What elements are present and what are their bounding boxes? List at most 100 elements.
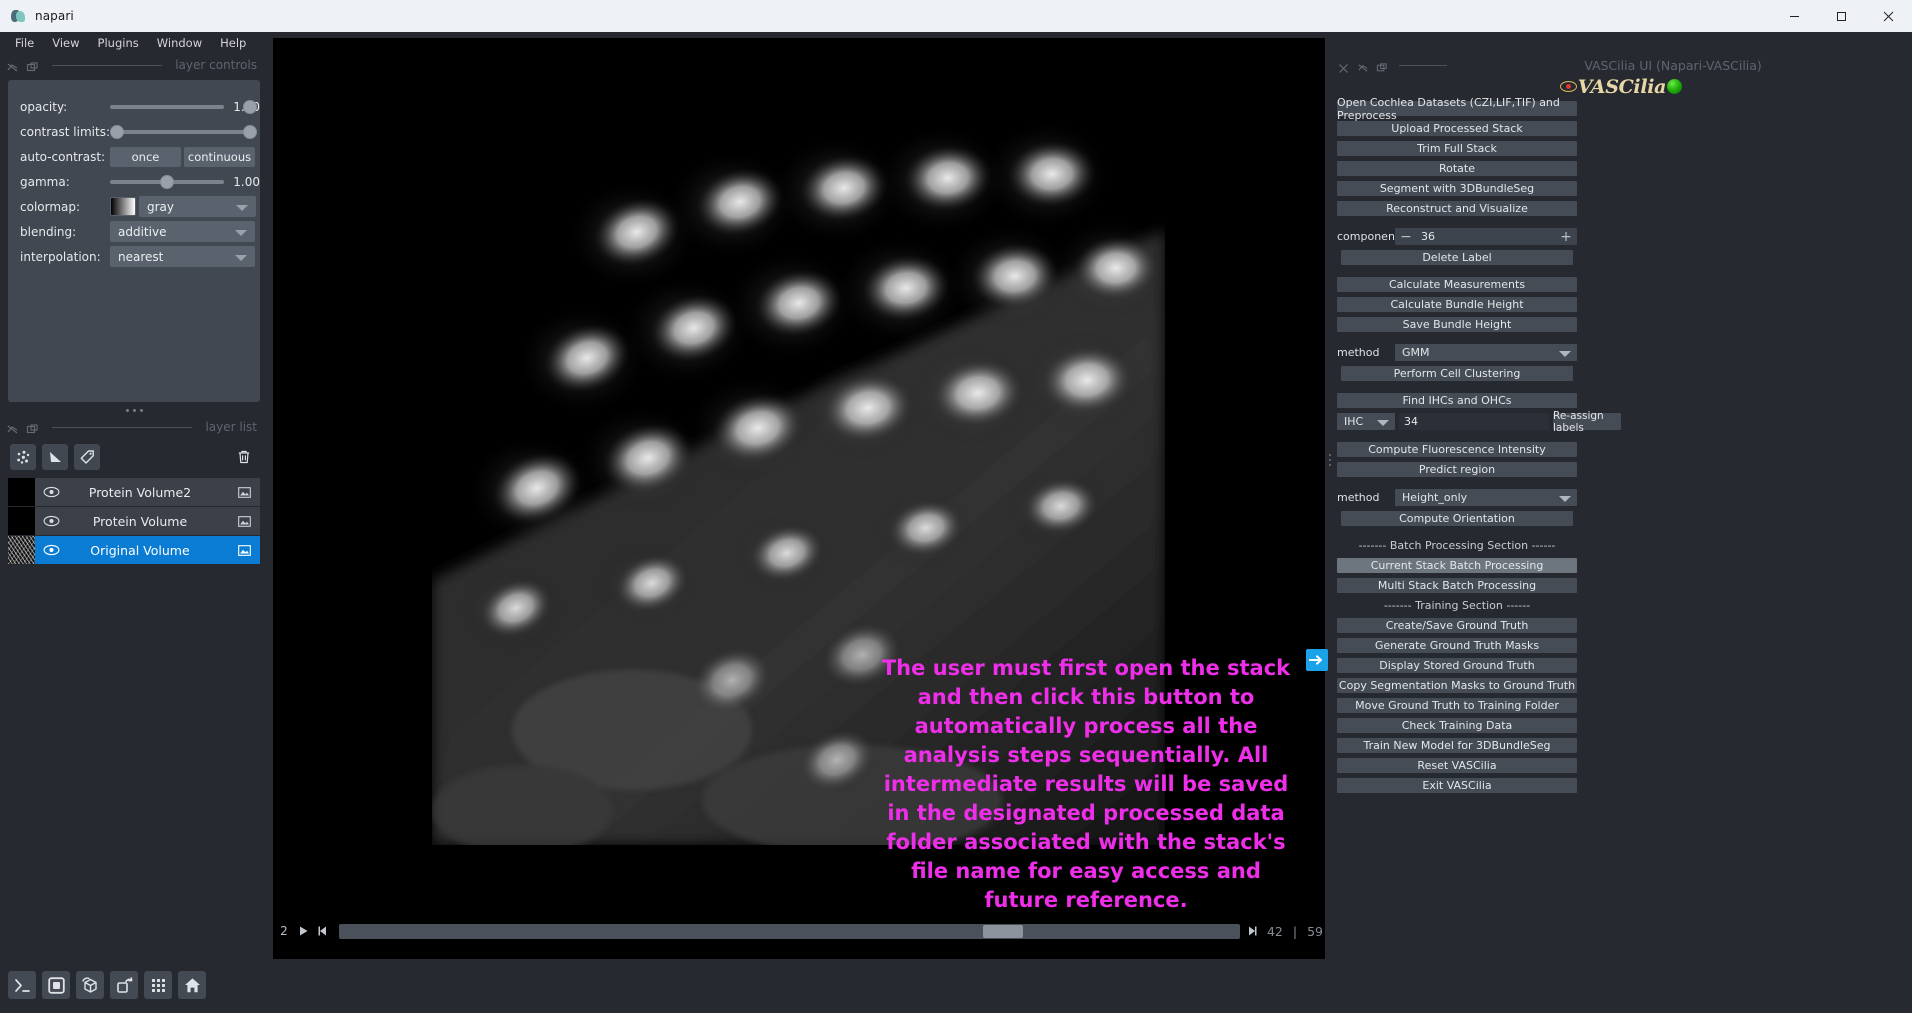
maximize-button[interactable] xyxy=(1818,0,1865,32)
reassign-labels-button[interactable]: Re-assign labels xyxy=(1553,410,1621,434)
trash-icon[interactable] xyxy=(231,444,257,470)
interpolation-label: interpolation: xyxy=(20,249,101,264)
minimize-button[interactable] xyxy=(1771,0,1818,32)
menu-plugins[interactable]: Plugins xyxy=(89,33,148,53)
segment-3dbundleseg-button[interactable]: Segment with 3DBundleSeg xyxy=(1337,181,1577,196)
viewer-canvas[interactable]: The user must first open the stack and t… xyxy=(273,38,1328,959)
auto-contrast-once-button[interactable]: once xyxy=(110,146,181,167)
points-layer-icon[interactable] xyxy=(10,444,36,470)
current-stack-batch-processing-button[interactable]: Current Stack Batch Processing xyxy=(1337,558,1577,573)
napari-logo-icon xyxy=(10,8,26,24)
train-new-model-button[interactable]: Train New Model for 3DBundleSeg xyxy=(1337,738,1577,753)
undock-icon[interactable] xyxy=(1376,59,1388,72)
trim-full-stack-button[interactable]: Trim Full Stack xyxy=(1337,141,1577,156)
visibility-eye-icon[interactable] xyxy=(35,515,68,527)
chevron-down-icon xyxy=(235,254,247,261)
opacity-slider[interactable] xyxy=(110,99,257,115)
menu-view[interactable]: View xyxy=(43,33,88,53)
menu-window[interactable]: Window xyxy=(148,33,211,53)
component-row: component − 36 + xyxy=(1337,228,1577,245)
labels-layer-icon[interactable] xyxy=(74,444,100,470)
copy-segmentation-masks-button[interactable]: Copy Segmentation Masks to Ground Truth xyxy=(1337,678,1577,693)
close-button[interactable] xyxy=(1865,0,1912,32)
step-end-icon[interactable] xyxy=(1246,924,1259,938)
play-icon[interactable] xyxy=(297,924,310,938)
dims-slider-bar: 2 42 | 59 xyxy=(273,920,1325,942)
predict-region-button[interactable]: Predict region xyxy=(1337,462,1577,477)
cluster-method-select[interactable]: GMM xyxy=(1395,344,1577,361)
napari-window: napari File View Plugins Window Help lay… xyxy=(0,0,1912,1013)
display-stored-ground-truth-button[interactable]: Display Stored Ground Truth xyxy=(1337,658,1577,673)
undock-icon[interactable] xyxy=(26,421,39,434)
layer-row[interactable]: Protein Volume2 xyxy=(8,478,260,506)
layer-controls-title: layer controls xyxy=(175,58,257,72)
transpose-dimensions-icon[interactable] xyxy=(110,971,138,999)
float-dock-icon[interactable] xyxy=(6,59,19,72)
contrast-limits-slider[interactable] xyxy=(110,124,257,140)
colormap-select[interactable]: gray xyxy=(139,196,256,217)
rotate-button[interactable]: Rotate xyxy=(1337,161,1577,176)
step-start-icon[interactable] xyxy=(316,924,329,938)
undock-icon[interactable] xyxy=(26,59,39,72)
blending-label: blending: xyxy=(20,224,77,239)
compute-orientation-button[interactable]: Compute Orientation xyxy=(1341,511,1573,526)
cluster-method-row: method GMM xyxy=(1337,344,1577,361)
visibility-eye-icon[interactable] xyxy=(35,544,68,556)
perform-cell-clustering-button[interactable]: Perform Cell Clustering xyxy=(1341,366,1573,381)
cell-type-select[interactable]: IHC xyxy=(1337,413,1395,430)
close-icon[interactable] xyxy=(1338,59,1350,73)
shapes-layer-icon[interactable] xyxy=(42,444,68,470)
roll-dimensions-icon[interactable] xyxy=(76,971,104,999)
home-reset-view-icon[interactable] xyxy=(178,971,206,999)
orientation-method-select[interactable]: Height_only xyxy=(1395,489,1577,506)
float-dock-icon[interactable] xyxy=(6,421,19,434)
layer-row[interactable]: Original Volume xyxy=(8,536,260,564)
console-icon[interactable] xyxy=(8,971,36,999)
component-decrement-button[interactable]: − xyxy=(1395,230,1417,244)
green-blob-icon xyxy=(1667,79,1683,94)
blending-select[interactable]: additive xyxy=(110,221,255,242)
orientation-method-label: method xyxy=(1337,491,1380,504)
reconstruct-visualize-button[interactable]: Reconstruct and Visualize xyxy=(1337,201,1577,216)
open-cochlea-datasets-button[interactable]: Open Cochlea Datasets (CZI,LIF,TIF) and … xyxy=(1337,96,1577,122)
layer-type-icon xyxy=(234,486,254,499)
visibility-eye-icon[interactable] xyxy=(35,486,68,498)
gamma-value: 1.00 xyxy=(233,174,260,189)
save-bundle-height-button[interactable]: Save Bundle Height xyxy=(1337,317,1577,332)
cell-count-input[interactable] xyxy=(1399,413,1549,430)
multi-stack-batch-processing-button[interactable]: Multi Stack Batch Processing xyxy=(1337,578,1577,593)
check-training-data-button[interactable]: Check Training Data xyxy=(1337,718,1577,733)
reset-vascilia-button[interactable]: Reset VASCilia xyxy=(1337,758,1577,773)
dock-resize-handle[interactable] xyxy=(8,404,260,416)
dims-axis-label: 2 xyxy=(280,924,288,938)
layer-row[interactable]: Protein Volume xyxy=(8,507,260,535)
colormap-swatch xyxy=(110,197,136,216)
exit-vascilia-button[interactable]: Exit VASCilia xyxy=(1337,778,1577,793)
auto-contrast-continuous-button[interactable]: continuous xyxy=(184,146,255,167)
component-stepper[interactable]: − 36 + xyxy=(1395,228,1577,245)
layer-list-title: layer list xyxy=(205,420,257,434)
menu-file[interactable]: File xyxy=(6,33,43,53)
create-save-ground-truth-button[interactable]: Create/Save Ground Truth xyxy=(1337,618,1577,633)
generate-ground-truth-masks-button[interactable]: Generate Ground Truth Masks xyxy=(1337,638,1577,653)
opacity-row: opacity: 1.00 xyxy=(8,94,260,119)
component-value[interactable]: 36 xyxy=(1417,230,1555,243)
dims-slider[interactable] xyxy=(339,923,1240,939)
find-ihcs-ohcs-button[interactable]: Find IHCs and OHCs xyxy=(1337,393,1577,408)
calculate-measurements-button[interactable]: Calculate Measurements xyxy=(1337,277,1577,292)
interpolation-row: interpolation: nearest xyxy=(8,244,260,269)
layer-thumbnail xyxy=(8,478,35,506)
upload-processed-stack-button[interactable]: Upload Processed Stack xyxy=(1337,121,1577,136)
grid-view-icon[interactable] xyxy=(144,971,172,999)
gamma-slider[interactable] xyxy=(110,174,225,190)
float-dock-icon[interactable] xyxy=(1357,59,1369,72)
move-ground-truth-button[interactable]: Move Ground Truth to Training Folder xyxy=(1337,698,1577,713)
compute-fluorescence-intensity-button[interactable]: Compute Fluorescence Intensity xyxy=(1337,442,1577,457)
dock-splitter-handle[interactable] xyxy=(1327,449,1333,471)
toggle-2d-3d-icon[interactable] xyxy=(42,971,70,999)
component-increment-button[interactable]: + xyxy=(1555,230,1577,244)
interpolation-select[interactable]: nearest xyxy=(110,246,255,267)
menu-help[interactable]: Help xyxy=(211,33,255,53)
delete-label-button[interactable]: Delete Label xyxy=(1341,250,1573,265)
calculate-bundle-height-button[interactable]: Calculate Bundle Height xyxy=(1337,297,1577,312)
